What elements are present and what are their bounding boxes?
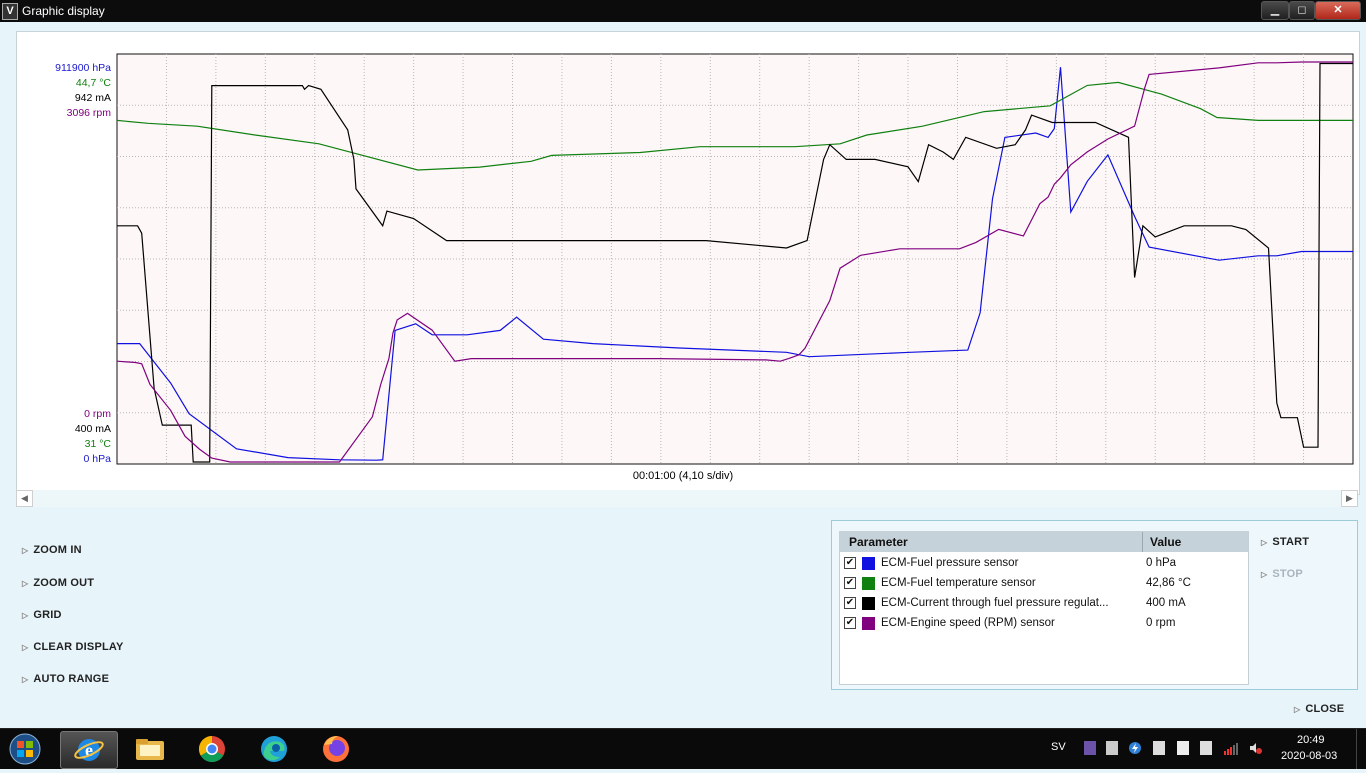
taskbar: e SV 20:49 2020-08-03 (0, 728, 1366, 769)
arrow-right-icon: ▷ (22, 546, 29, 555)
tray-settings-icon[interactable] (1153, 741, 1165, 755)
auto-range-label: AUTO RANGE (33, 673, 110, 685)
start-button[interactable]: ▷ START (1261, 536, 1309, 548)
wifi-signal-icon[interactable] (1224, 741, 1238, 755)
window-title: Graphic display (22, 4, 105, 18)
tray-app-icon[interactable] (1084, 741, 1096, 755)
zoom-out-label: ZOOM OUT (33, 577, 95, 589)
color-swatch (862, 617, 875, 630)
parameter-name: ECM-Fuel pressure sensor (881, 557, 1019, 569)
series-checkbox[interactable]: ✔ (844, 577, 856, 589)
title-bar: V Graphic display ▁ ◻ ✕ (0, 0, 1366, 22)
table-row[interactable]: ✔ ECM-Fuel temperature sensor 42,86 °C (840, 574, 1248, 594)
arrow-right-icon: ▷ (22, 675, 29, 684)
scale-max-label: 44,7 °C (76, 77, 112, 89)
x-axis-label: 00:01:00 (4,10 s/div) (632, 470, 734, 482)
arrow-right-icon: ▷ (22, 611, 29, 620)
tray-lightning-icon[interactable] (1129, 741, 1141, 755)
internet-explorer-icon[interactable]: e (60, 731, 118, 769)
app-icon: V (2, 3, 18, 20)
grid-label: GRID (33, 609, 62, 621)
scale-labels: 911900 hPa 44,7 °C 942 mA 3096 rpm 0 rpm 400 … (55, 62, 111, 465)
table-row[interactable]: ✔ ECM-Fuel pressure sensor 0 hPa (840, 554, 1248, 574)
series-checkbox[interactable]: ✔ (844, 617, 856, 629)
table-row[interactable]: ✔ ECM-Current through fuel pressure regu… (840, 594, 1248, 614)
color-swatch (862, 597, 875, 610)
zoom-out-button[interactable]: ▷ ZOOM OUT (22, 577, 94, 589)
stop-button[interactable]: ▷ STOP (1261, 568, 1303, 580)
maximize-button[interactable]: ◻ (1289, 1, 1315, 20)
table-header: Parameter Value (840, 532, 1248, 552)
color-swatch (862, 577, 875, 590)
parameter-name: ECM-Engine speed (RPM) sensor (881, 617, 1055, 629)
chart-panel: 911900 hPa 44,7 °C 942 mA 3096 rpm 0 rpm 400 … (16, 31, 1360, 495)
parameter-value: 42,86 °C (1146, 577, 1191, 589)
close-window-button[interactable]: ✕ (1315, 1, 1361, 20)
grid-button[interactable]: ▷ GRID (22, 609, 62, 621)
color-swatch (862, 557, 875, 570)
clock-time[interactable]: 20:49 (1297, 734, 1325, 746)
auto-range-button[interactable]: ▷ AUTO RANGE (22, 673, 109, 685)
show-desktop-button[interactable] (1356, 729, 1366, 769)
column-value[interactable]: Value (1150, 535, 1181, 549)
windows-start-icon[interactable] (6, 732, 44, 766)
scale-min-label: 31 °C (85, 438, 112, 450)
speaker-muted-icon[interactable] (1249, 741, 1262, 755)
clear-display-label: CLEAR DISPLAY (33, 641, 124, 653)
arrow-right-icon: ▷ (1261, 538, 1268, 547)
parameter-table: Parameter Value ✔ ECM-Fuel pressure sens… (839, 531, 1249, 685)
scale-min-label: 0 rpm (84, 408, 111, 420)
parameter-value: 0 rpm (1146, 617, 1176, 629)
scroll-right-arrow[interactable]: ▶ (1341, 490, 1358, 507)
table-row[interactable]: ✔ ECM-Engine speed (RPM) sensor 0 rpm (840, 614, 1248, 634)
scale-max-label: 942 mA (75, 92, 111, 104)
arrow-right-icon: ▷ (22, 643, 29, 652)
line-chart: 911900 hPa 44,7 °C 942 mA 3096 rpm 0 rpm 400 … (55, 53, 1354, 465)
scale-min-label: 400 mA (75, 423, 111, 435)
series-checkbox[interactable]: ✔ (844, 557, 856, 569)
start-label: START (1272, 536, 1310, 548)
language-indicator[interactable]: SV (1051, 741, 1066, 753)
zoom-in-button[interactable]: ▷ ZOOM IN (22, 544, 82, 556)
series-checkbox[interactable]: ✔ (844, 597, 856, 609)
scroll-left-arrow[interactable]: ◀ (16, 490, 33, 507)
parameter-name: ECM-Current through fuel pressure regula… (881, 597, 1109, 609)
clock-date[interactable]: 2020-08-03 (1281, 750, 1337, 762)
parameter-name: ECM-Fuel temperature sensor (881, 577, 1036, 589)
tray-device-icon[interactable] (1200, 741, 1212, 755)
stop-label: STOP (1272, 568, 1303, 580)
scale-max-label: 911900 hPa (55, 62, 111, 74)
close-label: CLOSE (1305, 703, 1345, 715)
arrow-right-icon: ▷ (22, 579, 29, 588)
arrow-right-icon: ▷ (1294, 705, 1301, 714)
tray-network-error-icon[interactable] (1177, 741, 1189, 755)
parameter-value: 400 mA (1146, 597, 1186, 609)
parameter-value: 0 hPa (1146, 557, 1177, 569)
scale-max-label: 3096 rpm (67, 107, 112, 119)
zoom-in-label: ZOOM IN (33, 544, 82, 556)
chrome-icon[interactable] (184, 731, 240, 767)
firefox-icon[interactable] (308, 731, 364, 767)
close-button[interactable]: ▷ CLOSE (1294, 703, 1344, 715)
column-parameter[interactable]: Parameter (849, 535, 908, 549)
file-explorer-icon[interactable] (122, 731, 178, 767)
scale-min-label: 0 hPa (84, 453, 112, 465)
clear-display-button[interactable]: ▷ CLEAR DISPLAY (22, 641, 124, 653)
tray-monitor-icon[interactable] (1106, 741, 1118, 755)
minimize-button[interactable]: ▁ (1261, 1, 1289, 20)
horizontal-scrollbar[interactable]: ◀ ▶ (16, 490, 1358, 507)
column-divider[interactable] (1142, 532, 1143, 552)
edge-icon[interactable] (246, 731, 302, 767)
arrow-right-icon: ▷ (1261, 570, 1268, 579)
